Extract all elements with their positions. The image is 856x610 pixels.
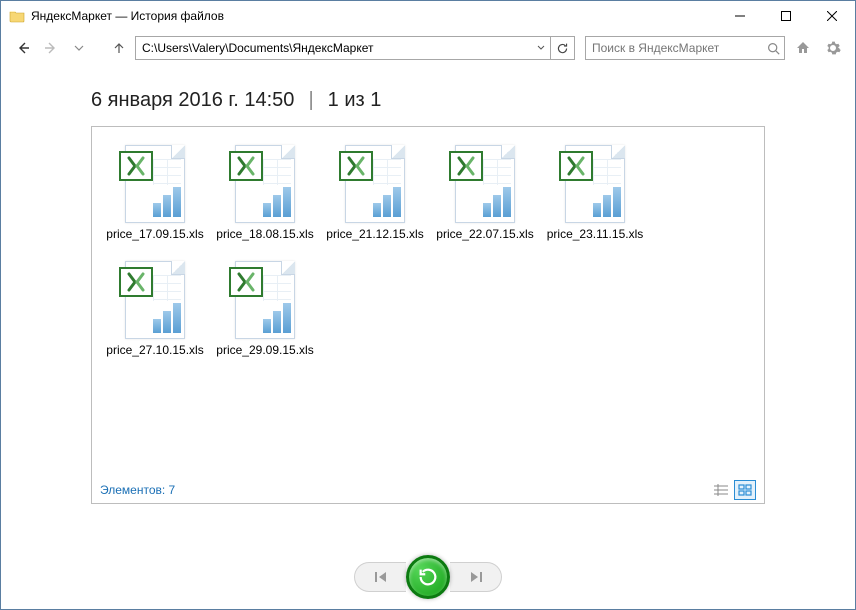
file-name: price_23.11.15.xls xyxy=(540,227,650,241)
up-button[interactable] xyxy=(107,36,131,60)
xls-file-icon xyxy=(117,141,193,223)
restore-button[interactable] xyxy=(406,555,450,599)
file-item[interactable]: price_27.10.15.xls xyxy=(100,257,210,357)
file-name: price_17.09.15.xls xyxy=(100,227,210,241)
xls-file-icon xyxy=(557,141,633,223)
file-name: price_18.08.15.xls xyxy=(210,227,320,241)
close-button[interactable] xyxy=(809,1,855,31)
settings-button[interactable] xyxy=(821,36,845,60)
file-name: price_22.07.15.xls xyxy=(430,227,540,241)
file-item[interactable]: price_23.11.15.xls xyxy=(540,141,650,241)
folder-icon xyxy=(9,8,25,24)
history-dropdown-button[interactable] xyxy=(67,36,91,60)
header-separator: | xyxy=(308,89,313,112)
xls-file-icon xyxy=(227,257,303,339)
refresh-button[interactable] xyxy=(550,37,574,59)
item-count: Элементов: 7 xyxy=(100,483,175,497)
address-bar xyxy=(135,36,575,60)
titlebar: ЯндексМаркет — История файлов xyxy=(1,1,855,31)
version-header: 6 января 2016 г. 14:50 | 1 из 1 xyxy=(1,65,855,120)
window-title: ЯндексМаркет — История файлов xyxy=(31,9,224,23)
file-grid: price_17.09.15.xls price_18.08.15.xls xyxy=(92,127,764,477)
file-panel: price_17.09.15.xls price_18.08.15.xls xyxy=(91,126,765,504)
version-timestamp: 6 января 2016 г. 14:50 xyxy=(91,89,294,112)
address-dropdown-button[interactable] xyxy=(532,37,550,59)
playback-controls xyxy=(1,555,855,599)
previous-version-button[interactable] xyxy=(354,562,406,592)
search-icon[interactable] xyxy=(762,42,784,55)
file-item[interactable]: price_18.08.15.xls xyxy=(210,141,320,241)
file-item[interactable]: price_21.12.15.xls xyxy=(320,141,430,241)
search-input[interactable] xyxy=(586,41,762,55)
file-name: price_21.12.15.xls xyxy=(320,227,430,241)
file-item[interactable]: price_22.07.15.xls xyxy=(430,141,540,241)
next-version-button[interactable] xyxy=(450,562,502,592)
file-item[interactable]: price_17.09.15.xls xyxy=(100,141,210,241)
toolbar xyxy=(1,31,855,65)
maximize-button[interactable] xyxy=(763,1,809,31)
address-input[interactable] xyxy=(136,37,532,59)
file-item[interactable]: price_29.09.15.xls xyxy=(210,257,320,357)
forward-button[interactable] xyxy=(39,36,63,60)
xls-file-icon xyxy=(447,141,523,223)
search-bar xyxy=(585,36,785,60)
xls-file-icon xyxy=(117,257,193,339)
file-name: price_27.10.15.xls xyxy=(100,343,210,357)
file-name: price_29.09.15.xls xyxy=(210,343,320,357)
home-button[interactable] xyxy=(791,36,815,60)
xls-file-icon xyxy=(227,141,303,223)
version-pager: 1 из 1 xyxy=(328,89,382,112)
view-icons-button[interactable] xyxy=(734,480,756,500)
minimize-button[interactable] xyxy=(717,1,763,31)
status-bar: Элементов: 7 xyxy=(92,477,764,503)
back-button[interactable] xyxy=(11,36,35,60)
view-details-button[interactable] xyxy=(710,480,732,500)
xls-file-icon xyxy=(337,141,413,223)
window-controls xyxy=(717,1,855,31)
